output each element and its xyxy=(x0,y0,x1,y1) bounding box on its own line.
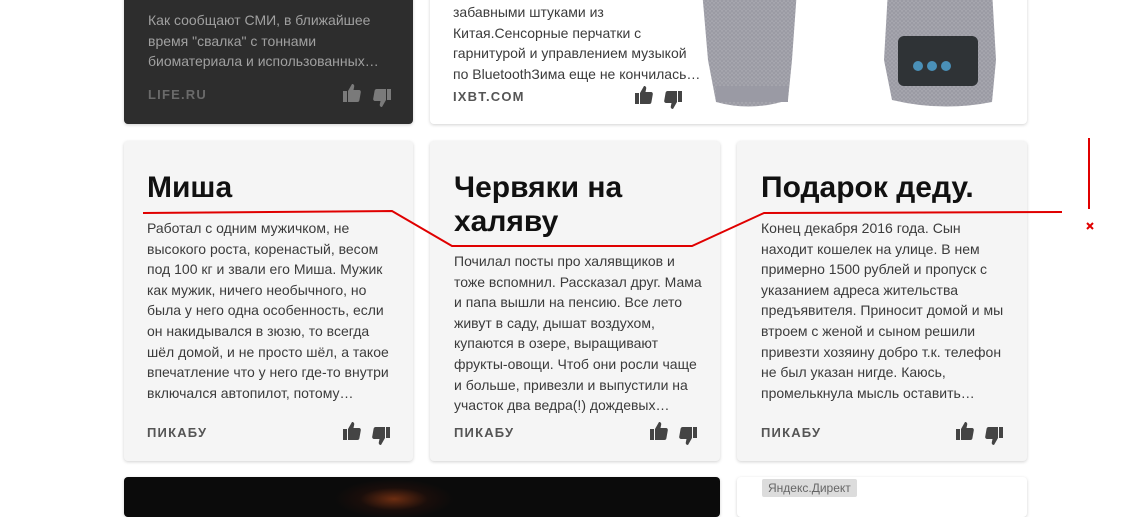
card-text: Почилал посты про халявщиков и тоже вспо… xyxy=(454,253,702,414)
thumb-down-icon[interactable] xyxy=(984,426,1004,446)
thumb-down-icon[interactable] xyxy=(663,90,683,110)
card-title[interactable]: Червяки на халяву xyxy=(454,171,704,239)
card-source[interactable]: ПИКАБУ xyxy=(761,425,821,440)
gloves-image xyxy=(692,0,1022,114)
news-card-ixbt[interactable]: забавными штуками из Китая.Сенсорные пер… xyxy=(430,0,1027,124)
card-text: забавными штуками из Китая.Сенсорные пер… xyxy=(453,4,701,82)
media-card-dark[interactable] xyxy=(124,477,720,517)
thumb-up-icon[interactable] xyxy=(342,421,362,441)
thumb-up-icon[interactable] xyxy=(634,85,654,105)
news-card-life[interactable]: Как сообщают СМИ, в ближайшее время "сва… xyxy=(124,0,413,124)
news-card-gift[interactable]: Подарок деду. Конец декабря 2016 года. С… xyxy=(737,141,1027,461)
card-text: Работал с одним мужичком, не высокого ро… xyxy=(147,220,389,401)
card-title[interactable]: Подарок деду. xyxy=(761,171,1021,205)
card-source[interactable]: IXBT.COM xyxy=(453,89,525,104)
card-source[interactable]: ПИКАБУ xyxy=(147,425,207,440)
card-title[interactable]: Миша xyxy=(147,171,397,205)
card-source[interactable]: LIFE.RU xyxy=(148,87,207,102)
card-text: Конец декабря 2016 года. Сын находит кош… xyxy=(761,220,1004,401)
thumb-up-icon[interactable] xyxy=(955,421,975,441)
news-card-worms[interactable]: Червяки на халяву Почилал посты про халя… xyxy=(430,141,720,461)
annotation-cross-mark xyxy=(1086,222,1094,230)
fire-glow xyxy=(334,479,454,517)
thumb-down-icon[interactable] xyxy=(371,426,391,446)
news-card-misha[interactable]: Миша Работал с одним мужичком, не высоко… xyxy=(124,141,413,461)
thumb-down-icon[interactable] xyxy=(678,426,698,446)
thumb-up-icon[interactable] xyxy=(649,421,669,441)
ad-card-direct[interactable]: Яндекс.Директ xyxy=(737,477,1027,517)
card-source[interactable]: ПИКАБУ xyxy=(454,425,514,440)
thumb-down-icon[interactable] xyxy=(372,88,392,108)
card-text: Как сообщают СМИ, в ближайшее время "сва… xyxy=(148,12,379,70)
thumb-up-icon[interactable] xyxy=(342,83,362,103)
ad-badge: Яндекс.Директ xyxy=(762,479,857,497)
